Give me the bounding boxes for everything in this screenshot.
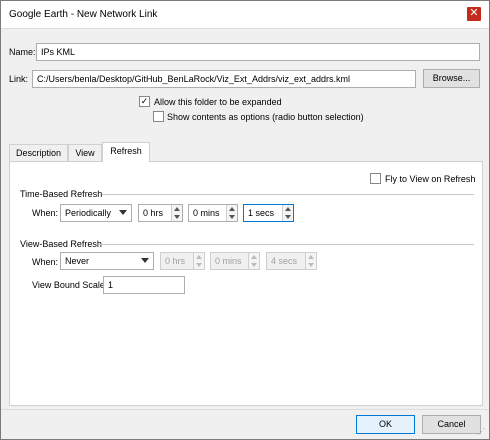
chevron-down-icon bbox=[119, 210, 127, 215]
view-bound-scale-label: View Bound Scale: bbox=[32, 280, 108, 290]
time-when-label: When: bbox=[32, 208, 59, 218]
show-contents-label: Show contents as options (radio button s… bbox=[167, 112, 364, 122]
view-based-section-label: View-Based Refresh bbox=[20, 239, 102, 249]
name-input[interactable]: IPs KML bbox=[36, 43, 480, 61]
time-mins-stepper[interactable]: 0 mins bbox=[188, 204, 238, 222]
dialog-window: Google Earth - New Network Link ✕ Name: … bbox=[0, 0, 490, 440]
spin-arrows-icon[interactable] bbox=[171, 205, 182, 221]
spin-arrows-icon bbox=[248, 253, 259, 269]
allow-expand-checkbox[interactable]: ✓ bbox=[139, 96, 150, 107]
window-title: Google Earth - New Network Link bbox=[9, 9, 158, 20]
cancel-button[interactable]: Cancel bbox=[422, 415, 481, 434]
tab-description[interactable]: Description bbox=[9, 144, 68, 162]
view-bound-scale-input[interactable]: 1 bbox=[103, 276, 185, 294]
view-hrs-value: 0 hrs bbox=[165, 256, 186, 266]
time-secs-value: 1 secs bbox=[248, 208, 275, 218]
fly-to-view-checkbox[interactable] bbox=[370, 173, 381, 184]
browse-button[interactable]: Browse... bbox=[423, 69, 480, 88]
time-based-section-label: Time-Based Refresh bbox=[20, 189, 103, 199]
time-secs-stepper[interactable]: 1 secs bbox=[243, 204, 294, 222]
time-when-value: Periodically bbox=[65, 208, 112, 218]
view-mins-value: 0 mins bbox=[215, 256, 242, 266]
view-when-dropdown[interactable]: Never bbox=[60, 252, 154, 270]
show-contents-checkbox[interactable] bbox=[153, 111, 164, 122]
view-when-value: Never bbox=[65, 256, 90, 266]
spin-arrows-icon[interactable] bbox=[226, 205, 237, 221]
tab-refresh[interactable]: Refresh bbox=[102, 142, 150, 162]
view-mins-stepper: 0 mins bbox=[210, 252, 260, 270]
allow-expand-label: Allow this folder to be expanded bbox=[154, 97, 282, 107]
ok-button[interactable]: OK bbox=[356, 415, 415, 434]
time-based-divider bbox=[102, 194, 474, 195]
close-icon[interactable]: ✕ bbox=[467, 7, 481, 21]
spin-arrows-icon bbox=[305, 253, 316, 269]
spin-arrows-icon[interactable] bbox=[282, 205, 293, 221]
view-secs-stepper: 4 secs bbox=[266, 252, 317, 270]
time-when-dropdown[interactable]: Periodically bbox=[60, 204, 132, 222]
time-hrs-stepper[interactable]: 0 hrs bbox=[138, 204, 183, 222]
name-label: Name: bbox=[9, 47, 36, 57]
title-bar[interactable]: Google Earth - New Network Link ✕ bbox=[1, 1, 489, 29]
view-hrs-stepper: 0 hrs bbox=[160, 252, 205, 270]
tab-view[interactable]: View bbox=[68, 144, 102, 162]
link-label: Link: bbox=[9, 74, 29, 84]
link-input[interactable]: C:/Users/benla/Desktop/GitHub_BenLaRock/… bbox=[32, 70, 416, 88]
spin-arrows-icon bbox=[193, 253, 204, 269]
time-hrs-value: 0 hrs bbox=[143, 208, 164, 218]
resize-grip-icon[interactable]: ⋰ bbox=[477, 427, 487, 437]
view-secs-value: 4 secs bbox=[271, 256, 298, 266]
time-mins-value: 0 mins bbox=[193, 208, 220, 218]
chevron-down-icon bbox=[141, 258, 149, 263]
checkmark-icon: ✓ bbox=[140, 96, 149, 106]
button-bar: OK Cancel ⋰ bbox=[1, 409, 489, 439]
fly-to-view-label: Fly to View on Refresh bbox=[385, 174, 476, 184]
view-based-divider bbox=[98, 244, 474, 245]
refresh-tab-panel: Fly to View on Refresh Time-Based Refres… bbox=[9, 161, 483, 406]
view-when-label: When: bbox=[32, 257, 59, 267]
